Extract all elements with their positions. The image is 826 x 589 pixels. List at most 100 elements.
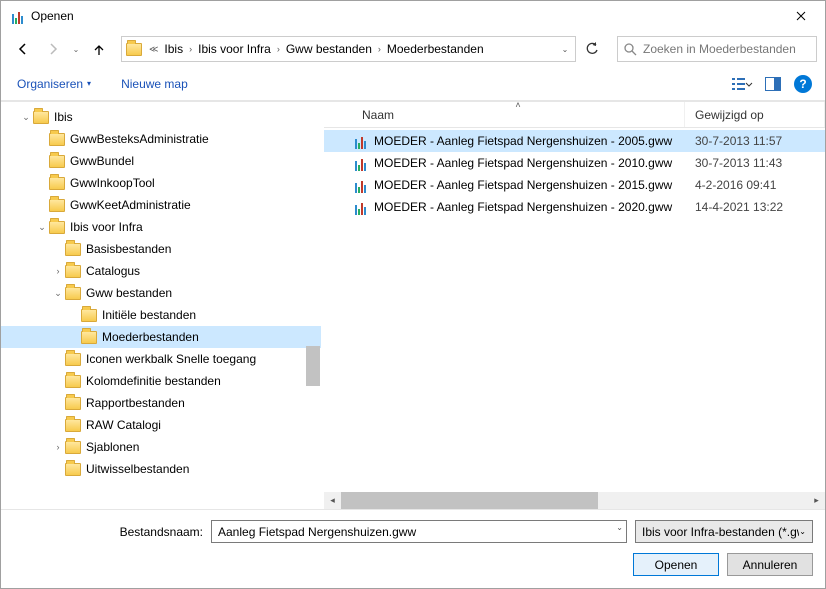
tree-item-label: Rapportbestanden (86, 396, 185, 410)
search-input[interactable]: Zoeken in Moederbestanden (617, 36, 817, 62)
file-modified: 30-7-2013 11:43 (685, 156, 825, 170)
tree-item[interactable]: GwwKeetAdministratie (1, 194, 321, 216)
column-name[interactable]: ˄ Naam (352, 102, 685, 127)
scroll-right-icon[interactable]: ▸ (808, 492, 825, 509)
address-dropdown[interactable]: ⌄ (555, 45, 575, 54)
window-title: Openen (31, 9, 781, 23)
tree-item[interactable]: Moederbestanden (1, 326, 321, 348)
scroll-left-icon[interactable]: ◂ (324, 492, 341, 509)
expander-closed-icon[interactable]: › (51, 266, 65, 276)
tree-item[interactable]: Uitwisselbestanden (1, 458, 321, 480)
expander-open-icon[interactable]: ⌄ (35, 222, 49, 233)
address-bar[interactable]: ≪ Ibis › Ibis voor Infra › Gww bestanden… (121, 36, 576, 62)
view-list-icon (732, 77, 754, 91)
cancel-button[interactable]: Annuleren (727, 553, 813, 576)
folder-icon (65, 397, 81, 410)
file-row[interactable]: MOEDER - Aanleg Fietspad Nergenshuizen -… (324, 152, 825, 174)
tree-item[interactable]: Initiële bestanden (1, 304, 321, 326)
tree-item[interactable]: Kolomdefinitie bestanden (1, 370, 321, 392)
view-options-button[interactable] (731, 72, 755, 96)
tree-item[interactable]: Basisbestanden (1, 238, 321, 260)
expander-closed-icon[interactable]: › (51, 442, 65, 452)
tree-item[interactable]: GwwBundel (1, 150, 321, 172)
breadcrumb[interactable]: Ibis (160, 40, 187, 58)
folder-icon (49, 199, 65, 212)
organize-button[interactable]: Organiseren ▾ (11, 73, 97, 95)
tree-item[interactable]: RAW Catalogi (1, 414, 321, 436)
filename-input[interactable] (211, 520, 627, 543)
arrow-up-icon (92, 42, 106, 56)
tree-item-label: Basisbestanden (86, 242, 171, 256)
tree-item[interactable]: GwwInkoopTool (1, 172, 321, 194)
help-button[interactable]: ? (791, 72, 815, 96)
refresh-icon (585, 42, 599, 56)
newfolder-label: Nieuwe map (121, 77, 188, 91)
recent-dropdown[interactable]: ⌄ (69, 45, 83, 54)
preview-pane-icon (765, 77, 781, 91)
sort-asc-icon: ˄ (515, 100, 520, 110)
tree-item-label: Catalogus (86, 264, 140, 278)
forward-button[interactable] (39, 35, 67, 63)
tree-item-label: GwwBesteksAdministratie (70, 132, 209, 146)
breadcrumb[interactable]: Moederbestanden (383, 40, 488, 58)
titlebar: Openen (1, 1, 825, 31)
chevron-right-icon[interactable]: › (275, 44, 282, 54)
breadcrumb[interactable]: Ibis voor Infra (194, 40, 275, 58)
folder-icon (65, 441, 81, 454)
chevron-icon[interactable]: ≪ (147, 44, 160, 55)
tree-item-label: RAW Catalogi (86, 418, 161, 432)
breadcrumb-label: Ibis (164, 42, 183, 56)
folder-icon (126, 43, 142, 56)
file-list[interactable]: MOEDER - Aanleg Fietspad Nergenshuizen -… (324, 128, 825, 492)
folder-icon (49, 133, 65, 146)
app-icon (9, 8, 25, 24)
column-modified[interactable]: Gewijzigd op (685, 102, 825, 127)
scroll-track[interactable] (341, 492, 808, 509)
preview-pane-button[interactable] (761, 72, 785, 96)
tree-item-label: Gww bestanden (86, 286, 172, 300)
folder-tree[interactable]: ⌄IbisGwwBesteksAdministratieGwwBundelGww… (1, 102, 321, 509)
filetype-filter[interactable]: Ibis voor Infra-bestanden (*.gw ⌄ (635, 520, 813, 543)
scroll-thumb[interactable] (341, 492, 598, 509)
file-name: MOEDER - Aanleg Fietspad Nergenshuizen -… (374, 178, 685, 192)
folder-icon (65, 265, 81, 278)
tree-item-label: Ibis voor Infra (70, 220, 143, 234)
scrollbar-thumb[interactable] (306, 346, 320, 386)
breadcrumb-label: Ibis voor Infra (198, 42, 271, 56)
tree-item[interactable]: ›Sjablonen (1, 436, 321, 458)
folder-icon (65, 353, 81, 366)
filter-label: Ibis voor Infra-bestanden (*.gw (642, 525, 799, 539)
tree-item[interactable]: Rapportbestanden (1, 392, 321, 414)
open-label: Openen (655, 558, 698, 572)
folder-icon (65, 419, 81, 432)
chevron-right-icon[interactable]: › (376, 44, 383, 54)
horizontal-scrollbar[interactable]: ◂ ▸ (324, 492, 825, 509)
bottom-panel: Bestandsnaam: ⌄ Ibis voor Infra-bestande… (1, 509, 825, 588)
tree-item[interactable]: ⌄ Ibis voor Infra (1, 216, 321, 238)
expander-open-icon[interactable]: ⌄ (51, 288, 65, 299)
tree-item[interactable]: ⌄ Ibis (1, 106, 321, 128)
refresh-button[interactable] (577, 36, 607, 62)
chevron-right-icon[interactable]: › (187, 44, 194, 54)
tree-item[interactable]: GwwBesteksAdministratie (1, 128, 321, 150)
breadcrumb-label: Moederbestanden (387, 42, 484, 56)
tree-item-label: Ibis (54, 110, 73, 124)
file-row[interactable]: MOEDER - Aanleg Fietspad Nergenshuizen -… (324, 196, 825, 218)
breadcrumb[interactable]: Gww bestanden (282, 40, 376, 58)
open-button[interactable]: Openen (633, 553, 719, 576)
filename-combo[interactable]: ⌄ (211, 520, 627, 543)
folder-icon (65, 463, 81, 476)
tree-item[interactable]: › Catalogus (1, 260, 321, 282)
file-row[interactable]: MOEDER - Aanleg Fietspad Nergenshuizen -… (324, 130, 825, 152)
back-button[interactable] (9, 35, 37, 63)
tree-item[interactable]: ⌄ Gww bestanden (1, 282, 321, 304)
tree-item[interactable]: Iconen werkbalk Snelle toegang (1, 348, 321, 370)
file-row[interactable]: MOEDER - Aanleg Fietspad Nergenshuizen -… (324, 174, 825, 196)
newfolder-button[interactable]: Nieuwe map (115, 73, 194, 95)
up-button[interactable] (85, 35, 113, 63)
expander-open-icon[interactable]: ⌄ (19, 112, 33, 123)
folder-icon (81, 309, 97, 322)
close-button[interactable] (781, 2, 821, 30)
chevron-down-icon: ▾ (87, 79, 91, 88)
folder-icon (33, 111, 49, 124)
